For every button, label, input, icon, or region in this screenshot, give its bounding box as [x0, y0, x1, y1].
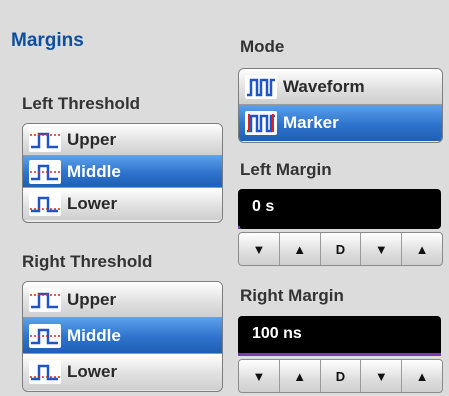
left-threshold-upper-button[interactable]: Upper — [23, 124, 222, 156]
mode-marker-button[interactable]: Marker — [239, 105, 442, 141]
right-margin-coarse-down-button[interactable]: ▼ — [361, 360, 403, 392]
mode-group: Waveform Marker — [238, 68, 443, 143]
left-margin-label: Left Margin — [240, 160, 332, 179]
mode-waveform-button[interactable]: Waveform — [239, 69, 442, 105]
left-margin-stepper: ▼ ▲ D ▼ ▲ — [238, 232, 443, 266]
left-margin-value: 0 s — [252, 198, 275, 215]
right-threshold-label: Right Threshold — [22, 252, 153, 271]
right-margin-stepper: ▼ ▲ D ▼ ▲ — [238, 359, 443, 393]
right-threshold-lower-label: Lower — [67, 362, 118, 381]
left-threshold-lower-label: Lower — [67, 194, 118, 213]
panel-title: Margins — [11, 30, 84, 51]
threshold-middle-icon — [29, 159, 61, 184]
left-threshold-upper-label: Upper — [67, 129, 117, 149]
left-margin-fine-up-button[interactable]: ▲ — [279, 233, 321, 265]
mode-marker-label: Marker — [283, 113, 339, 132]
left-threshold-middle-label: Middle — [67, 161, 121, 181]
threshold-upper-icon — [29, 127, 61, 152]
right-threshold-middle-button[interactable]: Middle — [23, 318, 222, 354]
left-threshold-lower-button[interactable]: Lower — [23, 188, 222, 220]
right-margin-coarse-up-button[interactable]: ▲ — [402, 360, 442, 392]
left-margin-coarse-down-button[interactable]: ▼ — [361, 233, 403, 265]
threshold-middle-icon — [29, 323, 61, 348]
mode-label: Mode — [240, 37, 285, 56]
threshold-lower-icon — [29, 192, 61, 216]
right-margin-level-bar — [238, 353, 441, 356]
threshold-lower-icon — [29, 360, 61, 384]
right-margin-field[interactable]: 100 ns — [238, 316, 441, 356]
right-threshold-group: Upper Middle Lower — [22, 281, 223, 392]
left-margin-coarse-up-button[interactable]: ▲ — [402, 233, 442, 265]
right-threshold-lower-button[interactable]: Lower — [23, 354, 222, 390]
marker-icon — [245, 111, 277, 135]
left-margin-level-bar — [238, 226, 240, 229]
threshold-upper-icon — [29, 287, 61, 312]
left-threshold-middle-button[interactable]: Middle — [23, 156, 222, 188]
left-margin-fine-down-button[interactable]: ▼ — [239, 233, 280, 265]
right-margin-default-button[interactable]: D — [320, 360, 362, 392]
left-threshold-group: Upper Middle Lower — [22, 123, 223, 223]
right-threshold-upper-label: Upper — [67, 289, 117, 309]
left-margin-default-button[interactable]: D — [320, 233, 362, 265]
right-threshold-middle-label: Middle — [67, 325, 121, 345]
waveform-icon — [245, 74, 277, 99]
left-margin-field[interactable]: 0 s — [238, 189, 441, 229]
right-margin-label: Right Margin — [240, 286, 344, 305]
right-margin-fine-up-button[interactable]: ▲ — [279, 360, 321, 392]
right-margin-value: 100 ns — [252, 325, 302, 342]
mode-waveform-label: Waveform — [283, 76, 365, 96]
right-threshold-upper-button[interactable]: Upper — [23, 282, 222, 318]
right-margin-fine-down-button[interactable]: ▼ — [239, 360, 280, 392]
left-threshold-label: Left Threshold — [22, 94, 141, 113]
